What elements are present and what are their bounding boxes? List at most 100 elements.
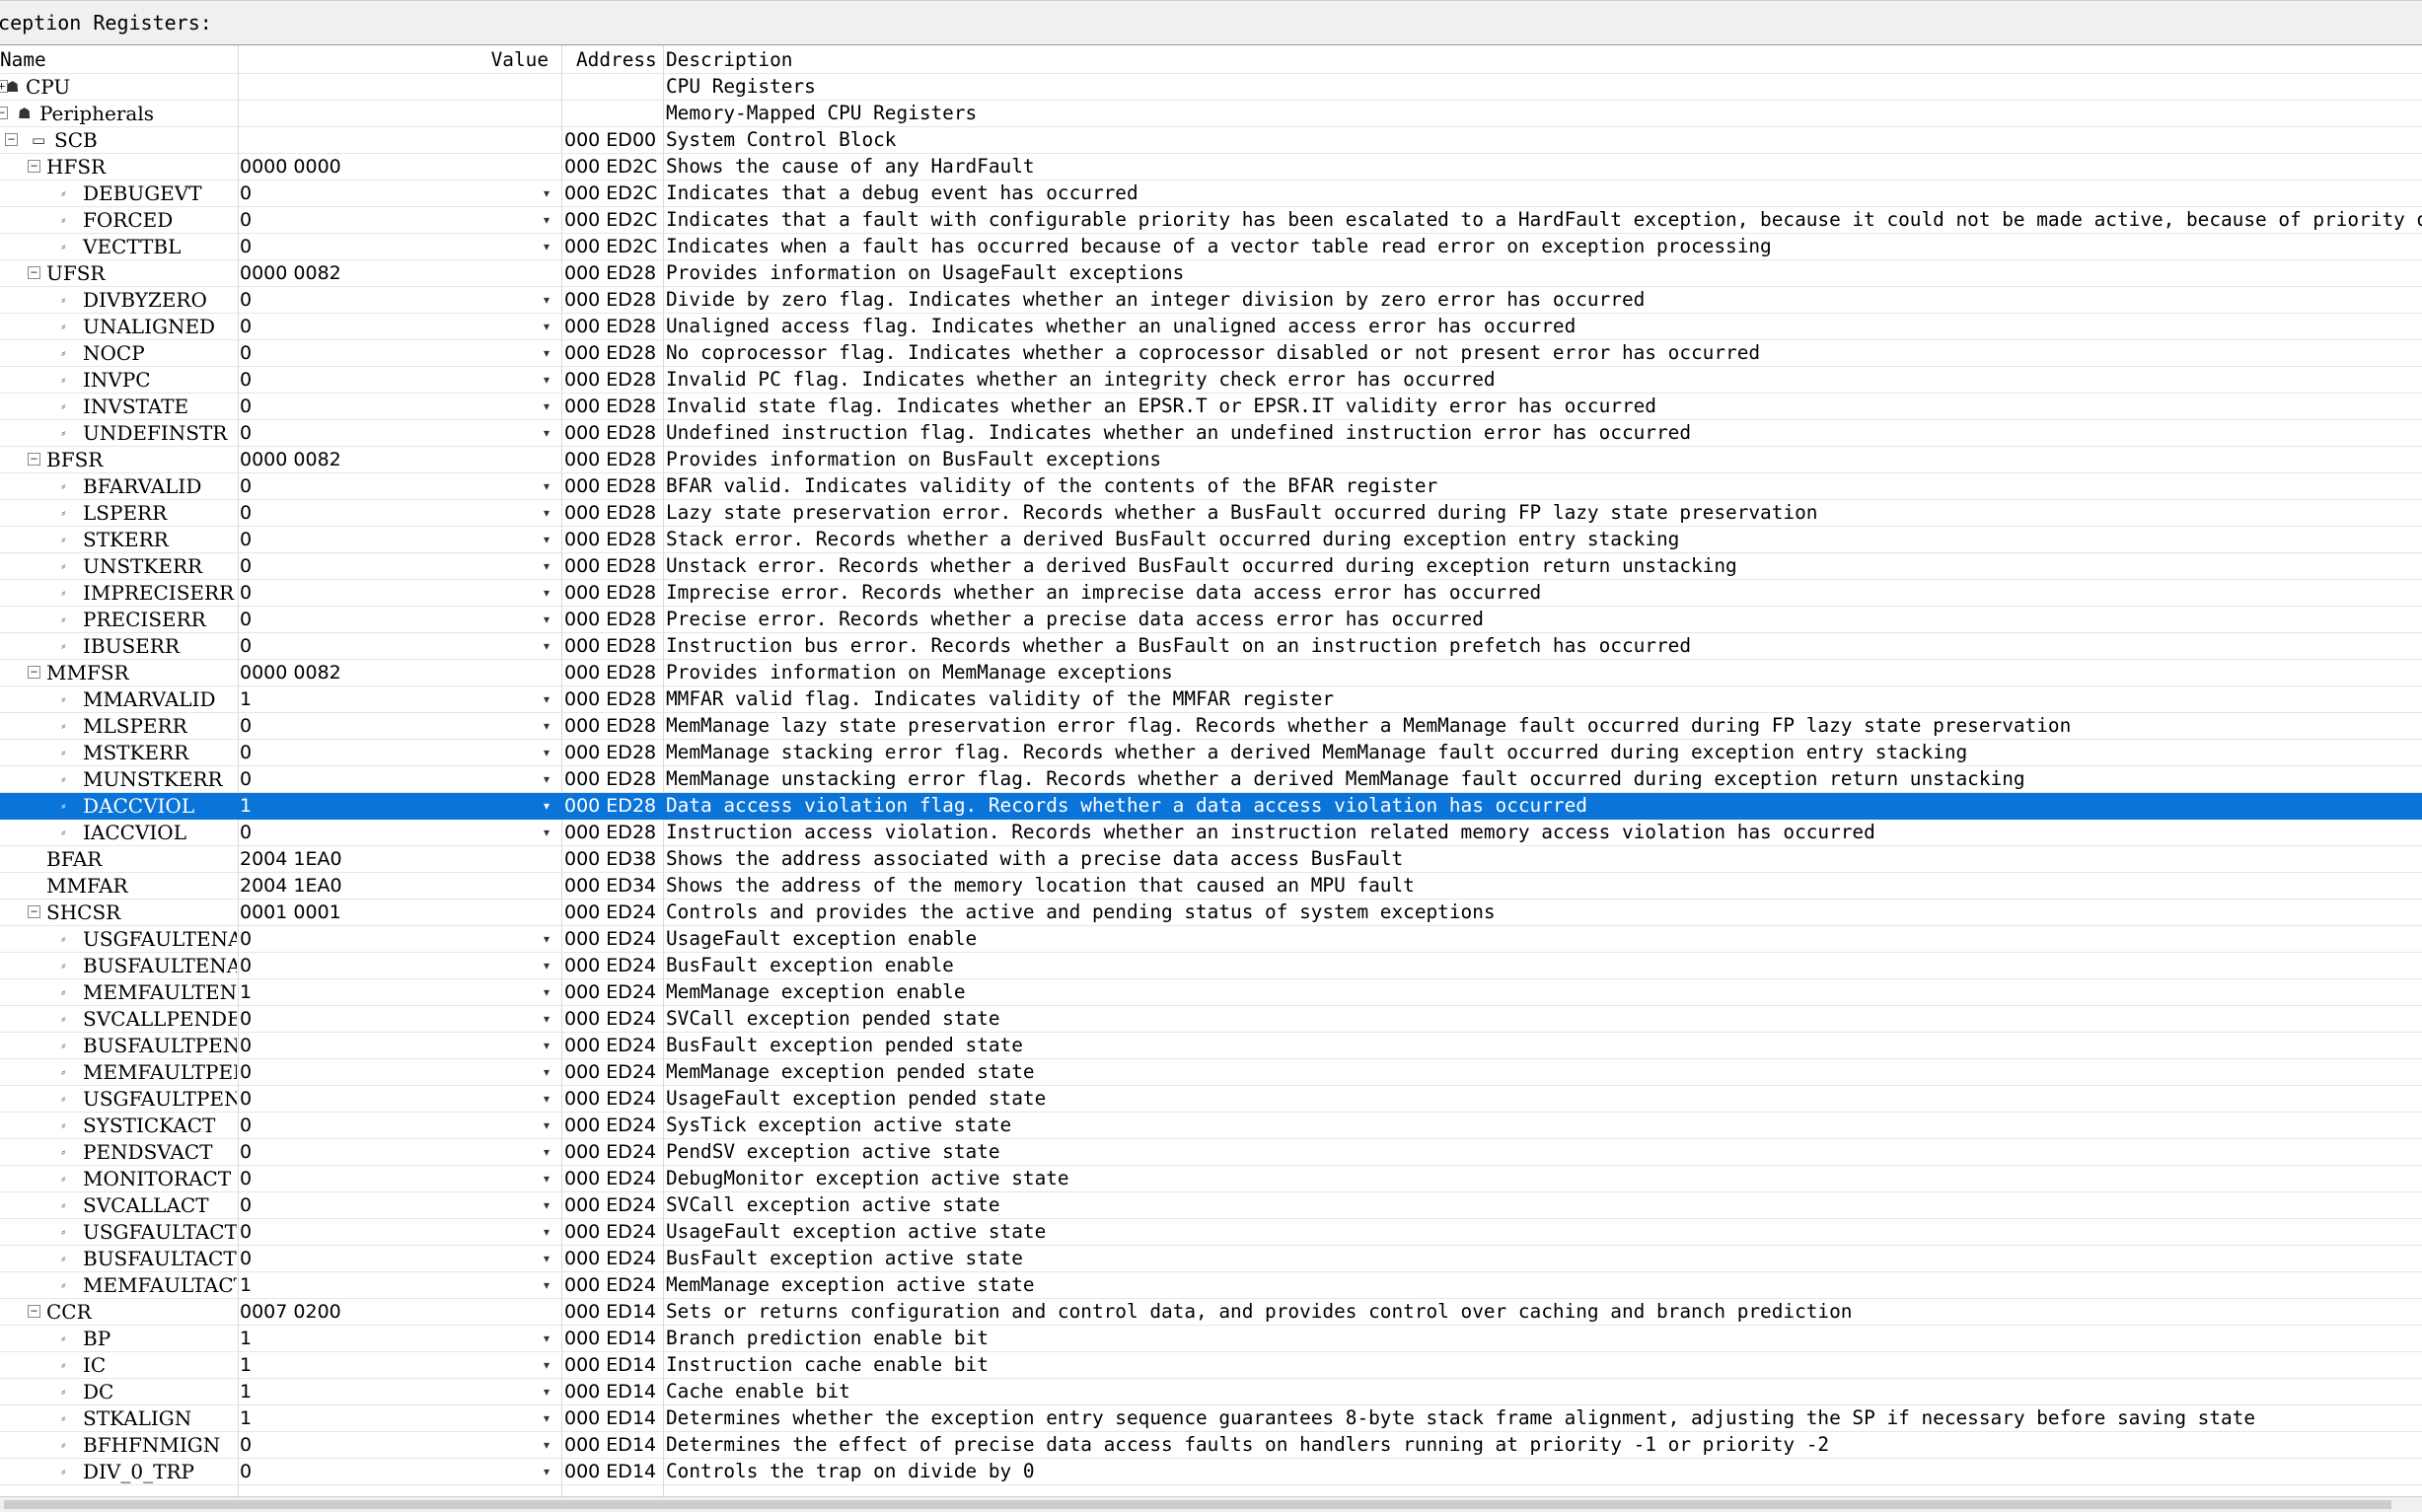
register-row[interactable]: ⸗ PENDSVACT 0 ▾ 000 ED24 PendSV exception act… [0, 1139, 2422, 1166]
register-value[interactable]: 0 [240, 1059, 558, 1085]
register-value[interactable]: 0 [240, 1459, 558, 1484]
register-row[interactable]: ⸗ DIVBYZERO 0 ▾ 000 ED28 Divide by zero flag.… [0, 287, 2422, 314]
register-value[interactable] [240, 101, 558, 126]
register-value[interactable]: 0 [240, 234, 558, 259]
collapse-icon[interactable]: − [28, 1305, 40, 1318]
register-row[interactable]: ⸗ IACCVIOL 0 ▾ 000 ED28 Instruction access vi… [0, 820, 2422, 846]
register-value[interactable]: 0 [240, 1166, 558, 1191]
column-header-address[interactable]: Address [564, 47, 663, 73]
register-value[interactable]: 0 [240, 633, 558, 659]
collapse-icon[interactable]: − [5, 133, 18, 146]
register-value[interactable]: 0 [240, 580, 558, 606]
register-value[interactable]: 0 [240, 1192, 558, 1218]
register-row[interactable]: − BFSR 0000 0082 000 ED28 Provides informati… [0, 447, 2422, 473]
value-dropdown-icon[interactable]: ▾ [544, 1006, 550, 1032]
column-header-description[interactable]: Description [666, 47, 2422, 73]
value-dropdown-icon[interactable]: ▾ [544, 367, 550, 393]
value-dropdown-icon[interactable]: ▾ [544, 633, 550, 659]
register-row[interactable]: − SHCSR 0001 0001 000 ED24 Controls and prov… [0, 900, 2422, 926]
value-dropdown-icon[interactable]: ▾ [544, 686, 550, 712]
register-value[interactable]: 0 [240, 394, 558, 419]
register-row[interactable]: ⸗ INVSTATE 0 ▾ 000 ED28 Invalid state flag. I… [0, 394, 2422, 420]
value-dropdown-icon[interactable]: ▾ [544, 314, 550, 339]
register-row[interactable]: ⸗ STKALIGN 1 ▾ 000 ED14 Determines whether th… [0, 1405, 2422, 1432]
value-dropdown-icon[interactable]: ▾ [544, 1405, 550, 1431]
register-row[interactable]: ⸗ IBUSERR 0 ▾ 000 ED28 Instruction bus error.… [0, 633, 2422, 660]
register-row[interactable]: ⸗ MEMFAULTACT 1 ▾ 000 ED24 MemManage exceptio… [0, 1272, 2422, 1299]
value-dropdown-icon[interactable]: ▾ [544, 500, 550, 526]
value-dropdown-icon[interactable]: ▾ [544, 1379, 550, 1404]
value-dropdown-icon[interactable]: ▾ [544, 1192, 550, 1218]
collapse-icon[interactable]: − [28, 666, 40, 679]
value-dropdown-icon[interactable]: ▾ [544, 793, 550, 819]
register-row[interactable]: ⸗ USGFAULTENA 0 ▾ 000 ED24 UsageFault excepti… [0, 926, 2422, 953]
register-value[interactable]: 1 [240, 793, 558, 819]
value-dropdown-icon[interactable]: ▾ [544, 553, 550, 579]
value-dropdown-icon[interactable]: ▾ [544, 713, 550, 739]
register-row[interactable]: ⸗ BFHFNMIGN 0 ▾ 000 ED14 Determines the effec… [0, 1432, 2422, 1459]
register-row[interactable]: ⸗ LSPERR 0 ▾ 000 ED28 Lazy state preservation… [0, 500, 2422, 527]
register-value[interactable]: 0 [240, 820, 558, 845]
register-row[interactable]: − MMFSR 0000 0082 000 ED28 Provides informat… [0, 660, 2422, 686]
register-row[interactable]: − ☗ Peripherals Memory-Mapped CPU Registers [0, 101, 2422, 127]
collapse-icon[interactable]: − [28, 453, 40, 466]
register-value[interactable]: 0000 0082 [240, 260, 558, 286]
register-row[interactable]: ⸗ NOCP 0 ▾ 000 ED28 No coprocessor flag. Indi… [0, 340, 2422, 367]
register-value[interactable]: 0 [240, 420, 558, 446]
register-row[interactable]: ⸗ BUSFAULTENA 0 ▾ 000 ED24 BusFault exception… [0, 953, 2422, 979]
register-value[interactable]: 0 [240, 500, 558, 526]
value-dropdown-icon[interactable]: ▾ [544, 1139, 550, 1165]
collapse-icon[interactable]: − [28, 266, 40, 279]
value-dropdown-icon[interactable]: ▾ [544, 1459, 550, 1484]
value-dropdown-icon[interactable]: ▾ [544, 926, 550, 952]
register-row[interactable]: ⸗ USGFAULTPENDED0▾ 000 ED24 UsageFault exce… [0, 1086, 2422, 1113]
register-row[interactable]: BFAR 2004 1EA0 000 ED38 Shows the address a… [0, 846, 2422, 873]
register-value[interactable]: 1 [240, 1352, 558, 1378]
register-row[interactable]: ⸗ DIV_0_TRP 0 ▾ 000 ED14 Controls the trap on… [0, 1459, 2422, 1485]
register-value[interactable]: 0 [240, 553, 558, 579]
register-row[interactable]: MMFAR 2004 1EA0 000 ED34 Shows the address … [0, 873, 2422, 900]
value-dropdown-icon[interactable]: ▾ [544, 1352, 550, 1378]
register-row[interactable]: − CCR 0007 0200 000 ED14 Sets or returns con… [0, 1299, 2422, 1326]
register-value[interactable]: 0 [240, 1139, 558, 1165]
value-dropdown-icon[interactable]: ▾ [544, 234, 550, 259]
register-value[interactable]: 0 [240, 1246, 558, 1271]
register-row[interactable]: − HFSR 0000 0000 000 ED2C Shows the cause of… [0, 154, 2422, 180]
register-value[interactable] [240, 74, 558, 100]
column-header-name[interactable]: Name [0, 47, 237, 73]
register-row[interactable]: ⸗ PRECISERR 0 ▾ 000 ED28 Precise error. Recor… [0, 607, 2422, 633]
register-value[interactable]: 0 [240, 1113, 558, 1138]
register-row[interactable]: ⸗ SYSTICKACT 0 ▾ 000 ED24 SysTick exception a… [0, 1113, 2422, 1139]
register-row[interactable]: − ▭ SCB 000 ED00 System Control Block [0, 127, 2422, 154]
register-row[interactable]: ⸗ MEMFAULTENA 1 ▾ 000 ED24 MemManage exceptio… [0, 979, 2422, 1006]
register-row[interactable]: ⸗ MUNSTKERR 0 ▾ 000 ED28 MemManage unstacking… [0, 766, 2422, 793]
register-value[interactable]: 0 [240, 527, 558, 552]
value-dropdown-icon[interactable]: ▾ [544, 340, 550, 366]
register-row[interactable]: ⸗ UNALIGNED 0 ▾ 000 ED28 Unaligned access fla… [0, 314, 2422, 340]
register-row[interactable]: ⸗ UNSTKERR 0 ▾ 000 ED28 Unstack error. Record… [0, 553, 2422, 580]
register-row[interactable]: ⸗ SVCALLACT 0 ▾ 000 ED24 SVCall exception act… [0, 1192, 2422, 1219]
register-value[interactable]: 0 [240, 340, 558, 366]
register-value[interactable]: 0 [240, 1006, 558, 1032]
register-value[interactable]: 0 [240, 1432, 558, 1458]
register-value[interactable]: 0 [240, 180, 558, 206]
register-row[interactable]: ⸗ USGFAULTACT 0 ▾ 000 ED24 UsageFault excepti… [0, 1219, 2422, 1246]
value-dropdown-icon[interactable]: ▾ [544, 820, 550, 845]
collapse-icon[interactable]: − [28, 160, 40, 173]
register-row[interactable]: ⸗ MLSPERR 0 ▾ 000 ED28 MemManage lazy state p… [0, 713, 2422, 740]
value-dropdown-icon[interactable]: ▾ [544, 1246, 550, 1271]
value-dropdown-icon[interactable]: ▾ [544, 979, 550, 1005]
value-dropdown-icon[interactable]: ▾ [544, 207, 550, 233]
register-row[interactable]: + ☗ CPU CPU Registers [0, 74, 2422, 101]
register-row[interactable]: ⸗ BUSFAULTPENDED0▾ 000 ED24 BusFault except… [0, 1033, 2422, 1059]
value-dropdown-icon[interactable]: ▾ [544, 580, 550, 606]
register-value[interactable]: 0000 0082 [240, 447, 558, 472]
register-value[interactable]: 0001 0001 [240, 900, 558, 925]
register-value[interactable]: 0 [240, 607, 558, 632]
register-row[interactable]: ⸗ IC 1 ▾ 000 ED14 Instruction cache enable bi… [0, 1352, 2422, 1379]
register-value[interactable]: 0000 0000 [240, 154, 558, 180]
register-row[interactable]: ⸗ BUSFAULTACT 0 ▾ 000 ED24 BusFault exception… [0, 1246, 2422, 1272]
register-value[interactable]: 0 [240, 713, 558, 739]
register-row[interactable]: ⸗ BP 1 ▾ 000 ED14 Branch prediction enable bi… [0, 1326, 2422, 1352]
register-row[interactable]: ⸗ MEMFAULTPENDED0▾ 000 ED24 MemManage excep… [0, 1059, 2422, 1086]
